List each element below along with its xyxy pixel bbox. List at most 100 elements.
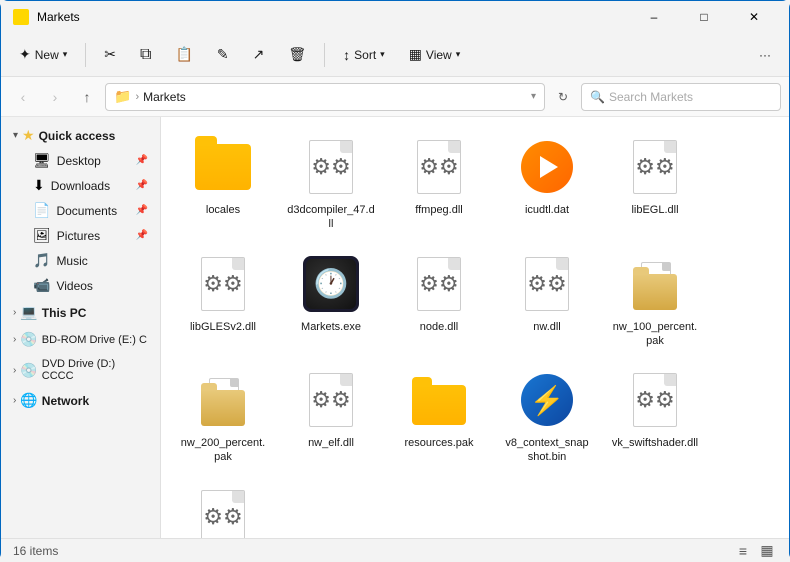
delete-button[interactable]: 🗑 xyxy=(278,41,316,68)
sort-chevron-icon: ▾ xyxy=(380,49,385,60)
network-icon: 🌐 xyxy=(20,392,37,409)
quick-access-chevron-icon: ▾ xyxy=(13,130,18,141)
sidebar-dvd-header[interactable]: › 💿 DVD Drive (D:) CCCC xyxy=(5,354,156,386)
maximize-button[interactable]: □ xyxy=(681,1,727,33)
new-button[interactable]: ✦ New ▾ xyxy=(9,41,77,68)
sidebar-item-music-label: Music xyxy=(56,254,148,268)
sidebar-item-documents[interactable]: 📄 Documents 📌 xyxy=(5,198,156,223)
sidebar-item-desktop-label: Desktop xyxy=(57,154,130,168)
v8-icon: ⚡ xyxy=(515,368,579,432)
paste-icon: 📋 xyxy=(175,46,192,63)
sidebar-this-pc-header[interactable]: › 💻 This PC xyxy=(5,300,156,325)
list-item[interactable]: 🕐 Markets.exe xyxy=(281,246,381,355)
title-controls: – □ ✕ xyxy=(631,1,777,33)
path-separator: › xyxy=(135,91,139,103)
pictures-icon: 🖼 xyxy=(33,227,51,244)
sort-button[interactable]: ↕ Sort ▾ xyxy=(333,42,395,68)
list-item[interactable]: ⚙⚙ vk_swiftshader.dll xyxy=(605,362,705,471)
list-item[interactable]: ⚙⚙ vulkan-1.dll xyxy=(173,479,273,538)
file-grid: locales ⚙⚙ d3dcompiler_47.dll ⚙⚙ ffm xyxy=(173,129,777,538)
resources-name: resources.pak xyxy=(404,436,473,450)
title-bar: Markets – □ ✕ xyxy=(1,1,789,33)
address-path[interactable]: 📁 › Markets ▾ xyxy=(105,83,545,111)
this-pc-chevron-icon: › xyxy=(13,307,16,318)
downloads-icon: ⬇ xyxy=(33,177,45,194)
refresh-button[interactable]: ↻ xyxy=(549,83,577,111)
resources-icon xyxy=(407,368,471,432)
window-title: Markets xyxy=(37,10,80,24)
up-button[interactable]: ↑ xyxy=(73,83,101,111)
node-name: node.dll xyxy=(420,320,459,334)
sidebar-item-music[interactable]: 🎵 Music xyxy=(5,248,156,273)
toolbar-separator-1 xyxy=(85,43,86,67)
nw100-name: nw_100_percent.pak xyxy=(611,320,699,349)
nw-icon: ⚙⚙ xyxy=(515,252,579,316)
list-item[interactable]: ⚙⚙ libEGL.dll xyxy=(605,129,705,238)
quick-access-label: Quick access xyxy=(39,129,116,143)
share-button[interactable]: ↗ xyxy=(243,41,275,68)
list-item[interactable]: resources.pak xyxy=(389,362,489,471)
list-item[interactable]: nw_200_percent.pak xyxy=(173,362,273,471)
list-item[interactable]: locales xyxy=(173,129,273,238)
sidebar-item-downloads[interactable]: ⬇ Downloads 📌 xyxy=(5,173,156,198)
cut-button[interactable]: ✂ xyxy=(94,41,126,68)
sidebar-bdrom-header[interactable]: › 💿 BD-ROM Drive (E:) C xyxy=(5,327,156,352)
sidebar-section-dvd: › 💿 DVD Drive (D:) CCCC xyxy=(1,354,160,386)
rename-button[interactable]: ✎ xyxy=(207,41,239,68)
search-box[interactable]: 🔍 Search Markets xyxy=(581,83,781,111)
nw200-name: nw_200_percent.pak xyxy=(179,436,267,465)
ffmpeg-icon: ⚙⚙ xyxy=(407,135,471,199)
list-item[interactable]: ⚙⚙ nw.dll xyxy=(497,246,597,355)
more-icon: ··· xyxy=(759,48,771,62)
sidebar-item-downloads-label: Downloads xyxy=(51,179,130,193)
nw-name: nw.dll xyxy=(533,320,561,334)
pictures-pin-icon: 📌 xyxy=(136,230,148,241)
list-item[interactable]: icudtl.dat xyxy=(497,129,597,238)
search-placeholder: Search Markets xyxy=(609,90,693,104)
list-item[interactable]: nw_100_percent.pak xyxy=(605,246,705,355)
minimize-button[interactable]: – xyxy=(631,1,677,33)
dvd-chevron-icon: › xyxy=(13,365,16,376)
list-item[interactable]: ⚙⚙ node.dll xyxy=(389,246,489,355)
sidebar-item-videos-label: Videos xyxy=(56,279,148,293)
copy-button[interactable]: ⧉ xyxy=(130,41,161,69)
grid-view-button[interactable]: ▦ xyxy=(757,541,777,561)
documents-icon: 📄 xyxy=(33,202,50,219)
sidebar-item-pictures[interactable]: 🖼 Pictures 📌 xyxy=(5,223,156,248)
list-item[interactable]: ⚙⚙ d3dcompiler_47.dll xyxy=(281,129,381,238)
this-pc-computer-icon: 💻 xyxy=(20,304,37,321)
sidebar-network-header[interactable]: › 🌐 Network xyxy=(5,388,156,413)
list-item[interactable]: ⚙⚙ ffmpeg.dll xyxy=(389,129,489,238)
window-icon xyxy=(13,9,29,25)
list-item[interactable]: ⚡ v8_context_snapshot.bin xyxy=(497,362,597,471)
status-view-icons: ≡ ▦ xyxy=(733,541,777,561)
sidebar-quick-access-header[interactable]: ▾ ★ Quick access xyxy=(5,123,156,148)
close-button[interactable]: ✕ xyxy=(731,1,777,33)
nwelf-name: nw_elf.dll xyxy=(308,436,354,450)
sidebar: ▾ ★ Quick access 🖥 Desktop 📌 ⬇ Downloads… xyxy=(1,117,161,538)
back-button[interactable]: ‹ xyxy=(9,83,37,111)
paste-button[interactable]: 📋 xyxy=(165,41,202,68)
list-view-button[interactable]: ≡ xyxy=(733,541,753,561)
vkswift-name: vk_swiftshader.dll xyxy=(612,436,698,450)
libegl-icon: ⚙⚙ xyxy=(623,135,687,199)
toolbar: ✦ New ▾ ✂ ⧉ 📋 ✎ ↗ 🗑 ↕ Sort ▾ ▦ View ▾ ··… xyxy=(1,33,789,77)
sidebar-item-desktop[interactable]: 🖥 Desktop 📌 xyxy=(5,148,156,173)
delete-icon: 🗑 xyxy=(288,46,306,63)
libglesv2-icon: ⚙⚙ xyxy=(191,252,255,316)
sidebar-item-videos[interactable]: 📹 Videos xyxy=(5,273,156,298)
v8-name: v8_context_snapshot.bin xyxy=(503,436,591,465)
toolbar-separator-2 xyxy=(324,43,325,67)
icudtl-name: icudtl.dat xyxy=(525,203,569,217)
desktop-icon: 🖥 xyxy=(33,152,51,169)
more-button[interactable]: ··· xyxy=(749,43,781,67)
address-chevron-icon: ▾ xyxy=(531,91,536,102)
icudtl-icon xyxy=(515,135,579,199)
list-item[interactable]: ⚙⚙ libGLESv2.dll xyxy=(173,246,273,355)
path-folder-icon: 📁 xyxy=(114,88,131,105)
forward-button[interactable]: › xyxy=(41,83,69,111)
list-item[interactable]: ⚙⚙ nw_elf.dll xyxy=(281,362,381,471)
view-button[interactable]: ▦ View ▾ xyxy=(399,41,471,68)
network-chevron-icon: › xyxy=(13,395,16,406)
status-item-count: 16 items xyxy=(13,544,58,558)
